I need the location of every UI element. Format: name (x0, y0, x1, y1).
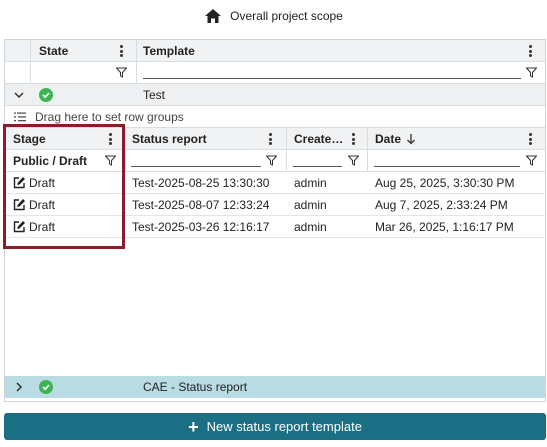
success-check-icon (39, 380, 53, 394)
group-name: CAE - Status report (143, 380, 248, 394)
group-row-cae-status-report[interactable]: CAE - Status report (5, 376, 545, 398)
template-filter-icon[interactable] (526, 67, 537, 78)
outer-header-row: State Template (5, 40, 545, 62)
column-separator (286, 128, 287, 150)
chevron-down-icon[interactable] (14, 90, 24, 100)
date-filter-input[interactable] (374, 166, 520, 167)
edit-icon[interactable] (13, 198, 26, 211)
column-header-status-report[interactable]: Status report (132, 132, 207, 146)
column-separator (30, 62, 31, 84)
date-cell: Mar 26, 2025, 1:16:17 PM (375, 220, 514, 234)
date-cell: Aug 7, 2025, 2:33:24 PM (375, 198, 508, 212)
column-header-stage[interactable]: Stage (13, 132, 46, 146)
column-header-state[interactable]: State (39, 44, 68, 58)
drag-hint: Drag here to set row groups (35, 110, 184, 124)
created-by-filter-icon[interactable] (348, 155, 359, 166)
group-name: Test (143, 88, 166, 102)
column-separator (30, 40, 31, 62)
template-filter-input[interactable] (143, 78, 521, 79)
status-report-cell: Test-2025-08-25 13:30:30 (132, 176, 270, 190)
status-report-filter-input[interactable] (131, 166, 261, 167)
scope-header: Overall project scope (0, 0, 547, 32)
templates-grid: State Template Test Drag here to set row… (4, 39, 546, 402)
stage-filter-icon[interactable] (105, 155, 116, 166)
sort-descending-icon[interactable] (406, 133, 416, 145)
column-separator (125, 150, 126, 172)
state-column-menu-icon[interactable] (120, 45, 124, 57)
created-by-cell: admin (294, 220, 327, 234)
scope-label: Overall project scope (230, 9, 343, 23)
status-report-cell: Test-2025-08-07 12:33:24 (132, 198, 270, 212)
success-check-icon (39, 88, 53, 102)
home-icon (205, 9, 222, 23)
column-header-template[interactable]: Template (143, 44, 195, 58)
column-separator (125, 128, 126, 150)
table-row[interactable]: Draft Test-2025-03-26 12:16:17 admin Mar… (5, 216, 545, 238)
state-filter-icon[interactable] (116, 67, 127, 78)
column-separator (286, 150, 287, 172)
created-by-cell: admin (294, 198, 327, 212)
stage-cell: Draft (29, 198, 56, 212)
row-group-drop-zone[interactable]: Drag here to set row groups (5, 106, 545, 128)
group-row-test[interactable]: Test (5, 84, 545, 106)
plus-icon: + (188, 416, 199, 437)
status-report-filter-icon[interactable] (266, 155, 277, 166)
new-button-label: New status report template (206, 419, 362, 434)
stage-cell: Draft (29, 176, 56, 190)
status-report-cell: Test-2025-03-26 12:16:17 (132, 220, 270, 234)
column-header-date[interactable]: Date (375, 132, 401, 146)
chevron-right-icon[interactable] (14, 382, 24, 392)
status-report-column-menu-icon[interactable] (269, 133, 273, 145)
column-header-created-by[interactable]: Create… (294, 132, 343, 146)
template-column-menu-icon[interactable] (529, 45, 533, 57)
stage-cell: Draft (29, 220, 56, 234)
date-filter-icon[interactable] (526, 155, 537, 166)
column-separator (367, 150, 368, 172)
row-groups-icon (14, 112, 26, 122)
stage-filter-value[interactable]: Public / Draft (13, 154, 87, 168)
new-status-report-template-button[interactable]: + New status report template (4, 413, 546, 440)
column-separator (367, 128, 368, 150)
table-row[interactable]: Draft Test-2025-08-25 13:30:30 admin Aug… (5, 172, 545, 194)
table-row[interactable]: Draft Test-2025-08-07 12:33:24 admin Aug… (5, 194, 545, 216)
date-column-menu-icon[interactable] (529, 133, 533, 145)
created-by-cell: admin (294, 176, 327, 190)
detail-filter-row: Public / Draft (5, 150, 545, 172)
outer-filter-row (5, 62, 545, 84)
edit-icon[interactable] (13, 176, 26, 189)
column-separator (136, 62, 137, 84)
detail-header-row: Stage Status report Create… Date (5, 128, 545, 150)
date-cell: Aug 25, 2025, 3:30:30 PM (375, 176, 515, 190)
stage-column-menu-icon[interactable] (109, 133, 113, 145)
edit-icon[interactable] (13, 220, 26, 233)
created-by-filter-input[interactable] (293, 166, 342, 167)
column-separator (136, 40, 137, 62)
created-by-column-menu-icon[interactable] (352, 133, 356, 145)
